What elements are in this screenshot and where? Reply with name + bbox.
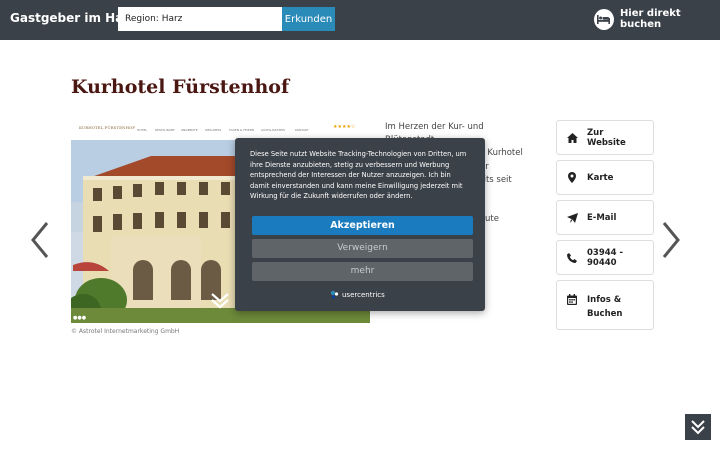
usercentrics-logo-icon — [330, 290, 339, 299]
photo-nav-item: WELLNESS — [205, 128, 221, 132]
next-arrow[interactable] — [660, 220, 682, 260]
scroll-down-button[interactable] — [685, 414, 711, 440]
infos-booking-label: Infos & Buchen — [587, 295, 623, 319]
photo-nav-item: RESTAURANT — [155, 128, 175, 132]
phone-icon — [566, 252, 578, 264]
photo-nav-item: ANGEBOTE — [181, 128, 198, 132]
infos-booking-button[interactable]: Infos & Buchen — [556, 280, 654, 330]
calendar-icon — [566, 293, 578, 305]
chevron-left-icon — [31, 222, 49, 258]
photo-nav-item: TAGEN & FEIERN — [228, 128, 254, 132]
home-icon — [566, 132, 578, 144]
cookie-consent-dialog: Diese Seite nutzt Website Tracking-Techn… — [235, 138, 485, 311]
previous-arrow[interactable] — [29, 220, 51, 260]
email-button[interactable]: E-Mail — [556, 200, 654, 235]
region-search: Erkunden — [118, 7, 335, 31]
photo-stars: ★★★★☆ — [333, 124, 356, 130]
deny-button[interactable]: Verweigern — [252, 238, 473, 258]
paper-plane-icon — [566, 212, 578, 224]
photo-caption: © Astrotel Internetmarketing GmbH — [71, 328, 180, 335]
bed-icon — [594, 8, 614, 30]
book-direct-label: Hier direkt buchen — [619, 8, 681, 30]
phone-button[interactable]: 03944 - 90440 — [556, 240, 654, 275]
photo-hotel-logo: KURHOTEL FÜRSTENHOF — [79, 125, 135, 130]
explore-button[interactable]: Erkunden — [282, 7, 335, 31]
website-button-label: Zur Website — [587, 127, 626, 148]
book-direct-link[interactable]: Hier direkt buchen — [594, 8, 720, 30]
top-navigation-bar: Gastgeber im Harz Erkunden Hier direkt b… — [0, 0, 720, 40]
map-button[interactable]: Karte — [556, 160, 654, 195]
map-button-label: Karte — [587, 172, 614, 183]
double-chevron-down-icon — [691, 420, 705, 435]
accept-button[interactable]: Akzeptieren — [252, 215, 473, 235]
page-title: Kurhotel Fürstenhof — [71, 76, 290, 98]
usercentrics-brand[interactable]: usercentrics — [330, 290, 385, 299]
more-button[interactable]: mehr — [252, 261, 473, 281]
photo-nav-item: KONTAKT — [295, 128, 309, 132]
consent-text: Diese Seite nutzt Website Tracking-Techn… — [250, 150, 467, 201]
usercentrics-label: usercentrics — [342, 290, 385, 299]
photo-nav-item: HOTEL — [137, 128, 147, 132]
chevron-right-icon — [662, 222, 680, 258]
phone-button-label: 03944 - 90440 — [587, 247, 624, 268]
photo-nav-item: AUSFLUGSTIPPS — [261, 128, 285, 132]
website-button[interactable]: Zur Website — [556, 120, 654, 155]
contact-actions: Zur Website Karte E-Mail 03944 - 90440 I… — [556, 120, 654, 335]
map-pin-icon — [566, 172, 578, 184]
region-search-input[interactable] — [118, 7, 282, 31]
photo-slide-dots: ●●● — [73, 315, 87, 321]
email-button-label: E-Mail — [587, 212, 617, 223]
